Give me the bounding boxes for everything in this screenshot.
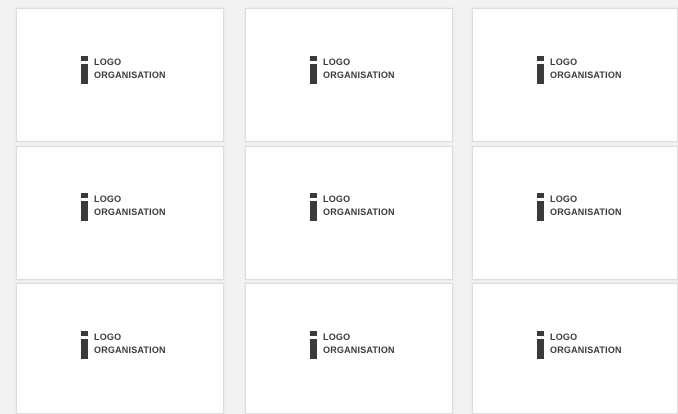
logo-text-line2: ORGANISATION xyxy=(94,345,166,355)
organisation-logo: LOGO ORGANISATION xyxy=(81,193,166,223)
logo-text-line2: ORGANISATION xyxy=(94,207,166,217)
letter-i-logo-icon xyxy=(81,193,88,223)
letter-i-logo-icon xyxy=(81,331,88,361)
logo-text-line2: ORGANISATION xyxy=(550,207,622,217)
letter-i-logo-icon xyxy=(310,56,317,86)
letter-i-logo-icon xyxy=(310,331,317,361)
logo-card[interactable]: LOGO ORGANISATION xyxy=(245,146,453,280)
logo-card[interactable]: LOGO ORGANISATION xyxy=(16,283,224,414)
logo-text-line2: ORGANISATION xyxy=(550,70,622,80)
logo-card[interactable]: LOGO ORGANISATION xyxy=(472,283,678,414)
logo-text-line1: LOGO xyxy=(94,57,122,67)
logo-text-line1: LOGO xyxy=(550,57,578,67)
organisation-logo: LOGO ORGANISATION xyxy=(81,56,166,86)
letter-i-logo-icon xyxy=(310,193,317,223)
organisation-logo: LOGO ORGANISATION xyxy=(310,193,395,223)
logo-card[interactable]: LOGO ORGANISATION xyxy=(16,8,224,142)
logo-text-line2: ORGANISATION xyxy=(323,207,395,217)
logo-text-line1: LOGO xyxy=(94,194,122,204)
letter-i-logo-icon xyxy=(537,56,544,86)
logo-text-line1: LOGO xyxy=(550,194,578,204)
logo-text-line1: LOGO xyxy=(323,332,351,342)
organisation-logo: LOGO ORGANISATION xyxy=(81,331,166,361)
organisation-logo: LOGO ORGANISATION xyxy=(310,56,395,86)
logo-card[interactable]: LOGO ORGANISATION xyxy=(16,146,224,280)
logo-text-line2: ORGANISATION xyxy=(323,70,395,80)
logo-text-line1: LOGO xyxy=(94,332,122,342)
logo-card[interactable]: LOGO ORGANISATION xyxy=(245,283,453,414)
logo-card[interactable]: LOGO ORGANISATION xyxy=(245,8,453,142)
logo-grid: LOGO ORGANISATION LOGO ORGANISATION LOGO… xyxy=(0,0,678,414)
logo-text-line1: LOGO xyxy=(323,194,351,204)
logo-card[interactable]: LOGO ORGANISATION xyxy=(472,8,678,142)
logo-card[interactable]: LOGO ORGANISATION xyxy=(472,146,678,280)
letter-i-logo-icon xyxy=(81,56,88,86)
organisation-logo: LOGO ORGANISATION xyxy=(537,193,622,223)
logo-text-line2: ORGANISATION xyxy=(323,345,395,355)
organisation-logo: LOGO ORGANISATION xyxy=(537,56,622,86)
letter-i-logo-icon xyxy=(537,193,544,223)
letter-i-logo-icon xyxy=(537,331,544,361)
logo-text-line2: ORGANISATION xyxy=(94,70,166,80)
logo-text-line1: LOGO xyxy=(550,332,578,342)
organisation-logo: LOGO ORGANISATION xyxy=(537,331,622,361)
logo-text-line1: LOGO xyxy=(323,57,351,67)
organisation-logo: LOGO ORGANISATION xyxy=(310,331,395,361)
logo-text-line2: ORGANISATION xyxy=(550,345,622,355)
